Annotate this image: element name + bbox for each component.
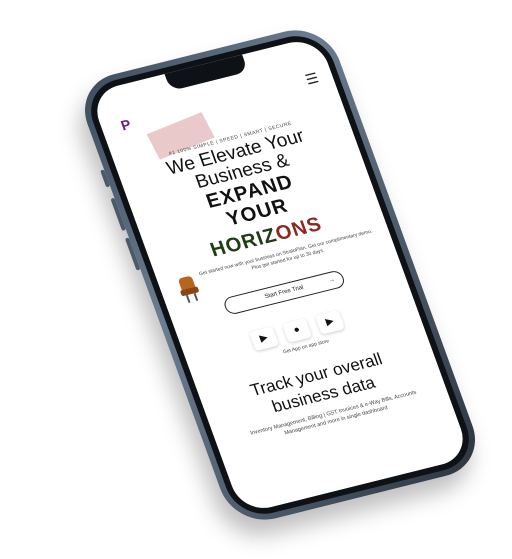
arrow-right-icon: → bbox=[327, 277, 336, 285]
start-free-trial-button[interactable]: Start Free Trial → bbox=[221, 269, 347, 316]
cta-label: Start Free Trial bbox=[263, 284, 305, 301]
hamburger-icon[interactable]: ☰ bbox=[303, 69, 321, 88]
play-store-icon[interactable]: ▶ bbox=[314, 309, 346, 335]
play-store-icon[interactable]: ▶ bbox=[248, 326, 280, 352]
brand-logo[interactable]: P bbox=[113, 113, 139, 137]
apple-icon[interactable]: ● bbox=[281, 318, 313, 343]
phone-device: P ☰ #1 100% SIMPLE | SPEED | SMART | SEC… bbox=[73, 21, 487, 529]
phone-mockup: P ☰ #1 100% SIMPLE | SPEED | SMART | SEC… bbox=[0, 0, 512, 559]
